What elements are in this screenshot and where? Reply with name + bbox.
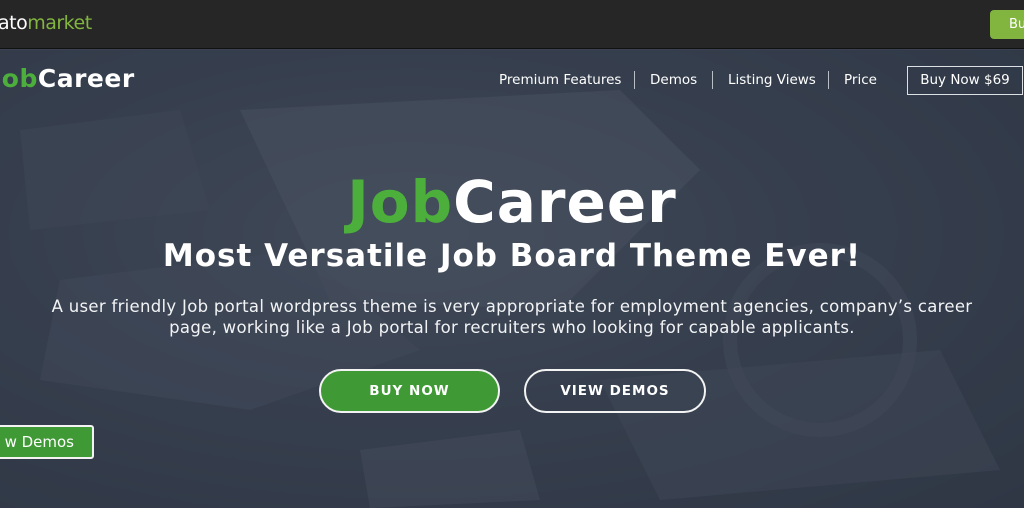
envato-market-logo[interactable]: atomarket [0, 12, 92, 34]
nav-buy-now-button[interactable]: Buy Now $69 [907, 66, 1023, 95]
brand-logo[interactable]: JobCareer [0, 64, 135, 93]
hero-title-white: Career [453, 168, 677, 236]
nav-separator [712, 71, 713, 89]
hero-description: A user friendly Job portal wordpress the… [51, 297, 973, 337]
logo-suffix: market [27, 12, 92, 34]
logo-prefix: ato [0, 12, 28, 34]
nav-price[interactable]: Price [844, 72, 877, 88]
nav-separator [828, 71, 829, 89]
nav-listing-views[interactable]: Listing Views [728, 72, 816, 88]
brand-logo-green: Job [0, 64, 38, 93]
hero-title-green: Job [347, 168, 454, 236]
view-demos-button[interactable]: VIEW DEMOS [524, 369, 706, 413]
main-navbar: JobCareer Premium Features Demos Listing… [0, 50, 1024, 110]
nav-demos[interactable]: Demos [650, 72, 697, 88]
nav-premium-features[interactable]: Premium Features [499, 72, 621, 88]
hero-background-image [20, 90, 1000, 508]
hero-section: JobCareer Premium Features Demos Listing… [0, 50, 1024, 508]
topbar-buy-button[interactable]: Bu [990, 10, 1024, 39]
buy-now-button[interactable]: BUY NOW [319, 369, 500, 413]
hero-subtitle: Most Versatile Job Board Theme Ever! [162, 238, 862, 274]
nav-separator [634, 71, 635, 89]
brand-logo-white: Career [37, 64, 135, 93]
floating-view-demos-button[interactable]: w Demos [0, 425, 94, 459]
envato-topbar: atomarket Bu [0, 0, 1024, 49]
hero-title: JobCareer [0, 168, 1024, 236]
